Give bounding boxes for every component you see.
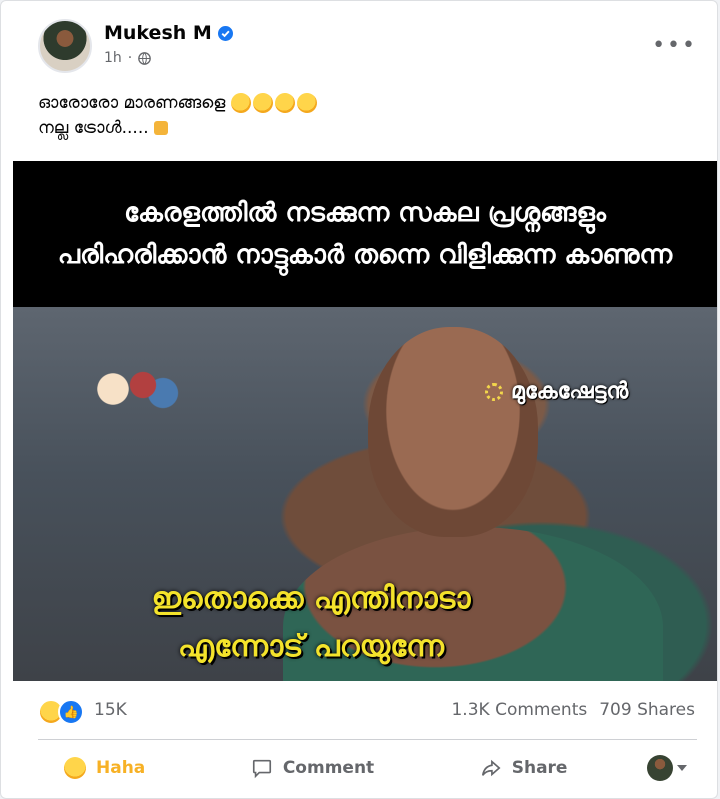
post-card: Mukesh M 1h · ••• ഓരോരോ മാരണങ്ങളെ നല്ല ട…	[0, 0, 718, 799]
share-button[interactable]: Share	[454, 749, 594, 787]
chevron-down-icon	[677, 765, 687, 771]
comments-count[interactable]: 1.3K Comments	[451, 700, 587, 720]
meme-tag: മുകേഷേട്ടൻ	[485, 379, 628, 404]
comment-button[interactable]: Comment	[225, 749, 400, 787]
reaction-count[interactable]: 15K	[94, 700, 127, 720]
post-image[interactable]: കേരളത്തിൽ നടക്കുന്ന സകല പ്രശ്നങ്ങളും പരി…	[13, 161, 717, 681]
laughing-emojis	[227, 89, 321, 117]
haha-button[interactable]: Haha	[38, 749, 171, 787]
actions-divider	[38, 739, 697, 740]
person-head	[368, 327, 538, 537]
post-time[interactable]: 1h	[104, 50, 122, 66]
globe-icon	[138, 51, 152, 65]
meme-top-text: കേരളത്തിൽ നടക്കുന്ന സകല പ്രശ്നങ്ങളും പരി…	[57, 198, 673, 270]
meme-top-banner: കേരളത്തിൽ നടക്കുന്ന സകല പ്രശ്നങ്ങളും പരി…	[13, 161, 717, 307]
post-caption: ഓരോരോ മാരണങ്ങളെ നല്ല ട്രോൾ.....	[38, 89, 321, 141]
rolling-on-floor-laughing-emoji-icon	[249, 89, 277, 117]
meme-tag-text: മുകേഷേട്ടൻ	[511, 379, 629, 404]
share-label: Share	[511, 758, 568, 778]
post-meta: 1h ·	[104, 50, 152, 66]
share-icon	[481, 759, 501, 777]
post-stats: 👍 15K 1.3K Comments 709 Shares	[38, 693, 695, 727]
pointing-down-emoji-icon	[154, 121, 169, 135]
troll-logo	[83, 357, 183, 437]
meta-separator: ·	[127, 50, 133, 66]
meme-bottom-line1: ഇതൊക്കെ എന്തിനാടാ	[151, 581, 471, 616]
viewer-avatar	[647, 755, 673, 781]
rolling-on-floor-laughing-emoji-icon	[271, 89, 299, 117]
react-as-selector[interactable]	[647, 755, 697, 781]
comment-icon	[252, 759, 271, 779]
post-header: Mukesh M 1h · •••	[38, 19, 717, 79]
comment-label: Comment	[282, 758, 375, 778]
caption-line1: ഓരോരോ മാരണങ്ങളെ	[38, 93, 226, 113]
haha-label: Haha	[96, 758, 146, 778]
author-name[interactable]: Mukesh M	[104, 22, 233, 44]
like-reaction-icon: 👍	[58, 699, 84, 725]
engagement-counts: 1.3K Comments 709 Shares	[451, 700, 695, 720]
verified-badge-icon	[217, 25, 233, 41]
haha-icon	[64, 757, 86, 779]
rolling-on-floor-laughing-emoji-icon	[227, 89, 255, 117]
more-options-icon[interactable]: •••	[652, 33, 697, 58]
meme-photo: മുകേഷേട്ടൻ ഇതൊക്കെ എന്തിനാടാ എന്നോട് പറയ…	[13, 307, 717, 681]
tag-ring-icon	[485, 382, 503, 401]
reaction-summary[interactable]: 👍 15K	[38, 697, 127, 725]
reaction-icons: 👍	[38, 697, 86, 725]
rolling-on-floor-laughing-emoji-icon	[293, 89, 321, 117]
meme-bottom-line2: എന്നോട് പറയുന്നേ	[177, 629, 444, 664]
meme-bottom-text: ഇതൊക്കെ എന്തിനാടാ എന്നോട് പറയുന്നേ	[101, 575, 521, 671]
shares-count[interactable]: 709 Shares	[599, 700, 695, 720]
post-actions: Haha Comment Share	[38, 743, 697, 793]
caption-line2: നല്ല ട്രോൾ.....	[38, 118, 149, 138]
author-name-text[interactable]: Mukesh M	[104, 22, 212, 44]
author-avatar[interactable]	[38, 19, 92, 73]
